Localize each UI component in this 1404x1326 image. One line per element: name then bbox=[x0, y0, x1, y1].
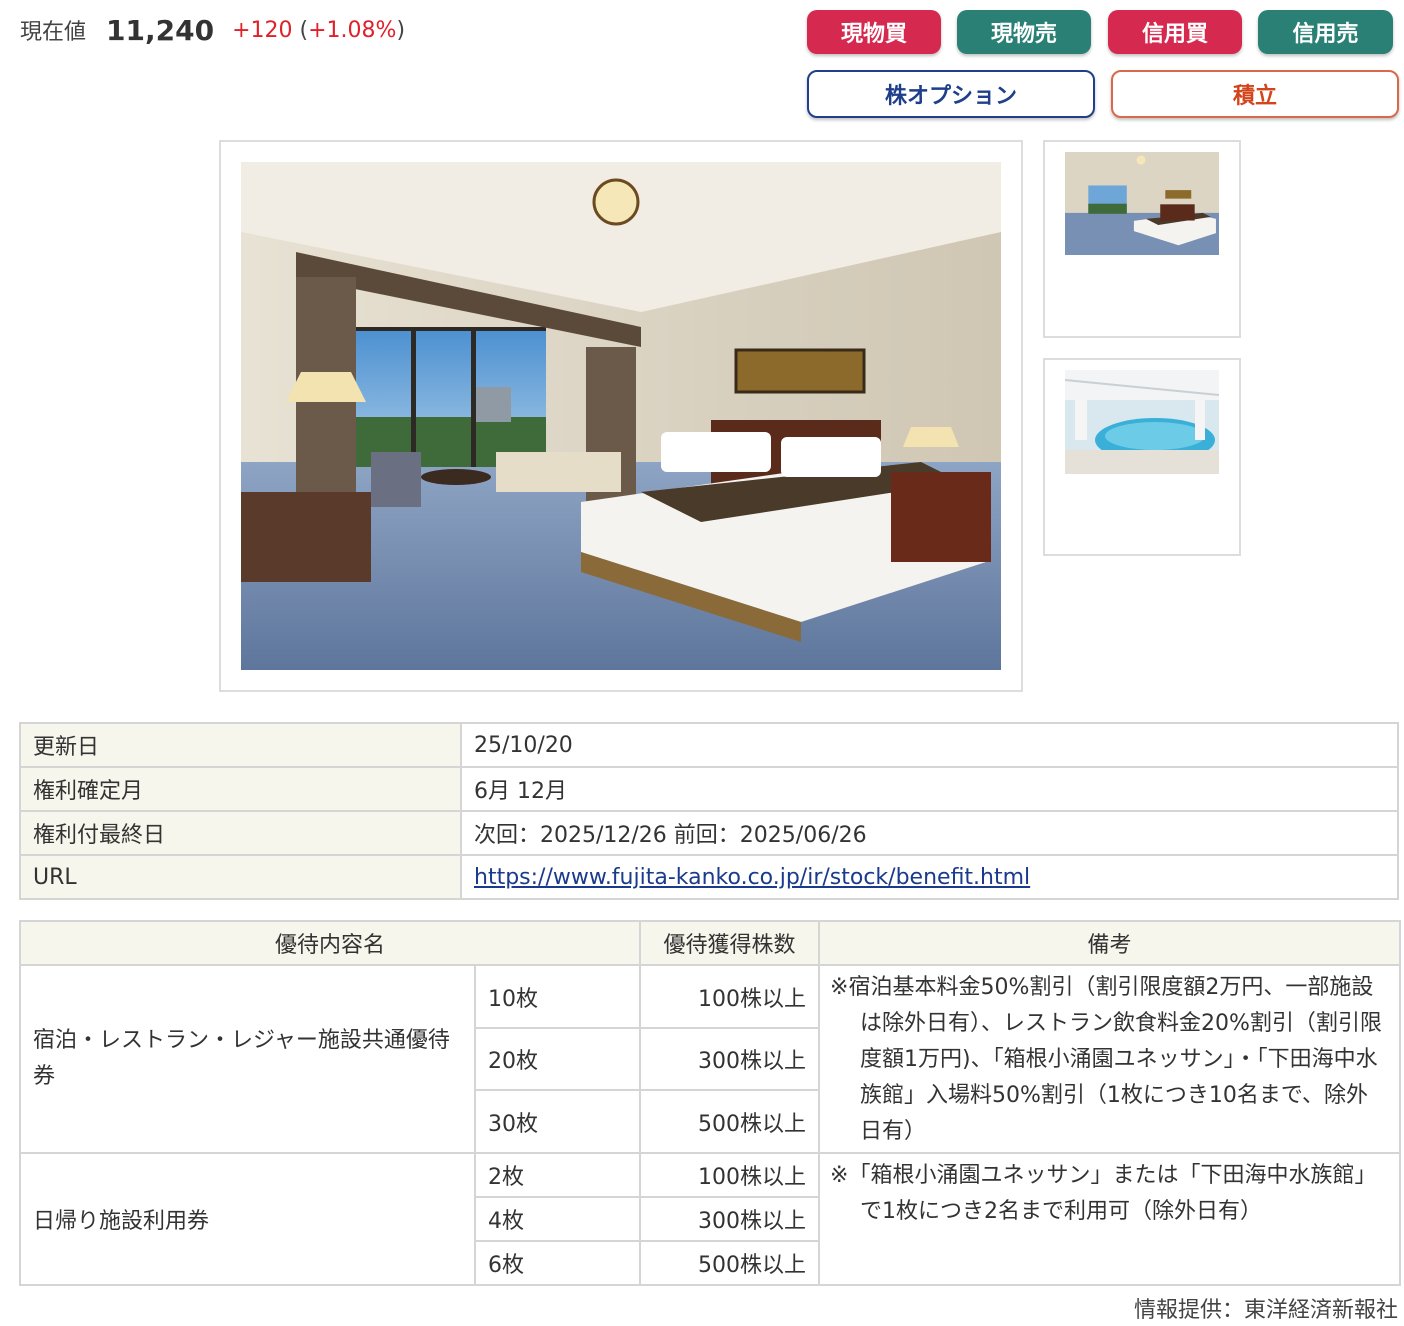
genbutsu-buy-button[interactable]: 現物買 bbox=[807, 10, 941, 54]
benefit-shares-cell: 300株以上 bbox=[639, 1196, 821, 1242]
thumbnail-2[interactable] bbox=[1043, 358, 1241, 556]
record-month-label: 権利確定月 bbox=[19, 766, 462, 812]
last-rights-date-label: 権利付最終日 bbox=[19, 810, 462, 856]
benefit-shares-cell: 100株以上 bbox=[639, 964, 821, 1029]
benefit-quantity-cell: 6枚 bbox=[473, 1240, 642, 1286]
benefit-name-cell: 日帰り施設利用券 bbox=[19, 1152, 476, 1286]
benefit-url-link[interactable]: https://www.fujita-kanko.co.jp/ir/stock/… bbox=[474, 865, 1030, 890]
benefit-quantity-cell: 30枚 bbox=[473, 1089, 642, 1154]
table-row: URL https://www.fujita-kanko.co.jp/ir/st… bbox=[19, 854, 1399, 900]
benefit-shares-cell: 300株以上 bbox=[639, 1027, 821, 1091]
benefit-quantity-cell: 2枚 bbox=[473, 1152, 642, 1198]
tsumitate-button[interactable]: 積立 bbox=[1111, 70, 1399, 118]
price-change-value: +120 bbox=[232, 17, 293, 43]
record-month-value: 6月 12月 bbox=[460, 766, 1399, 812]
benefit-quantity-cell: 20枚 bbox=[473, 1027, 642, 1091]
stock-info-table: 更新日 25/10/20 権利確定月 6月 12月 権利付最終日 次回：2025… bbox=[19, 722, 1399, 900]
price-row: 現在値 11,240 +120 (+1.08%) bbox=[20, 8, 405, 52]
benefit-name-cell: 宿泊・レストラン・レジャー施設共通優待券 bbox=[19, 964, 476, 1154]
main-photo-frame bbox=[219, 140, 1023, 692]
shinyo-sell-button[interactable]: 信用売 bbox=[1258, 10, 1393, 54]
indoor-pool-thumbnail-image bbox=[1065, 370, 1219, 474]
shinyo-buy-button[interactable]: 信用買 bbox=[1108, 10, 1242, 54]
benefit-shares-cell: 500株以上 bbox=[639, 1089, 821, 1154]
benefit-shares-cell: 500株以上 bbox=[639, 1240, 821, 1286]
header-required-shares: 優待獲得株数 bbox=[639, 920, 821, 966]
header-notes: 備考 bbox=[818, 920, 1402, 966]
benefit-shares-cell: 100株以上 bbox=[639, 1152, 821, 1198]
table-row: 宿泊・レストラン・レジャー施設共通優待券 10枚 100株以上 ※宿泊基本料金5… bbox=[19, 964, 1402, 1154]
url-label: URL bbox=[19, 854, 462, 900]
genbutsu-sell-button[interactable]: 現物売 bbox=[957, 10, 1091, 54]
update-date-label: 更新日 bbox=[19, 722, 462, 768]
price-change: +120 (+1.08%) bbox=[232, 18, 405, 43]
table-header-row: 優待内容名 優待獲得株数 備考 bbox=[18, 920, 1402, 966]
thumbnail-1[interactable] bbox=[1043, 140, 1241, 338]
stock-option-button[interactable]: 株オプション bbox=[807, 70, 1095, 118]
last-rights-date-value: 次回：2025/12/26 前回：2025/06/26 bbox=[460, 810, 1399, 856]
update-date-value: 25/10/20 bbox=[460, 722, 1399, 768]
current-price-label: 現在値 bbox=[20, 20, 87, 45]
paren-open: ( bbox=[299, 17, 309, 43]
table-row: 更新日 25/10/20 bbox=[19, 722, 1399, 768]
paren-close: ) bbox=[396, 17, 406, 43]
table-row: 日帰り施設利用券 2枚 100株以上 ※「箱根小涌園ユネッサン」または「下田海中… bbox=[19, 1152, 1402, 1286]
benefit-note-cell: ※「箱根小涌園ユネッサン」または「下田海中水族館」で1枚につき2名まで利用可（除… bbox=[818, 1152, 1402, 1286]
url-cell: https://www.fujita-kanko.co.jp/ir/stock/… bbox=[460, 854, 1399, 900]
benefit-quantity-cell: 4枚 bbox=[473, 1196, 642, 1242]
benefit-note-cell: ※宿泊基本料金50%割引（割引限度額2万円、一部施設は除外日有）、レストラン飲食… bbox=[818, 964, 1402, 1154]
header-benefit-name: 優待内容名 bbox=[18, 920, 642, 966]
hotel-room-main-image bbox=[241, 162, 1001, 670]
current-price-value: 11,240 bbox=[106, 13, 215, 47]
table-row: 権利確定月 6月 12月 bbox=[19, 766, 1399, 812]
price-change-percent: +1.08% bbox=[308, 17, 397, 43]
benefit-quantity-cell: 10枚 bbox=[473, 964, 642, 1029]
hotel-room-thumbnail-image bbox=[1065, 152, 1219, 255]
benefit-table: 優待内容名 優待獲得株数 備考 宿泊・レストラン・レジャー施設共通優待券 10枚… bbox=[18, 920, 1402, 1286]
data-source-credit: 情報提供：東洋経済新報社 bbox=[1133, 1298, 1398, 1323]
table-row: 権利付最終日 次回：2025/12/26 前回：2025/06/26 bbox=[19, 810, 1399, 856]
